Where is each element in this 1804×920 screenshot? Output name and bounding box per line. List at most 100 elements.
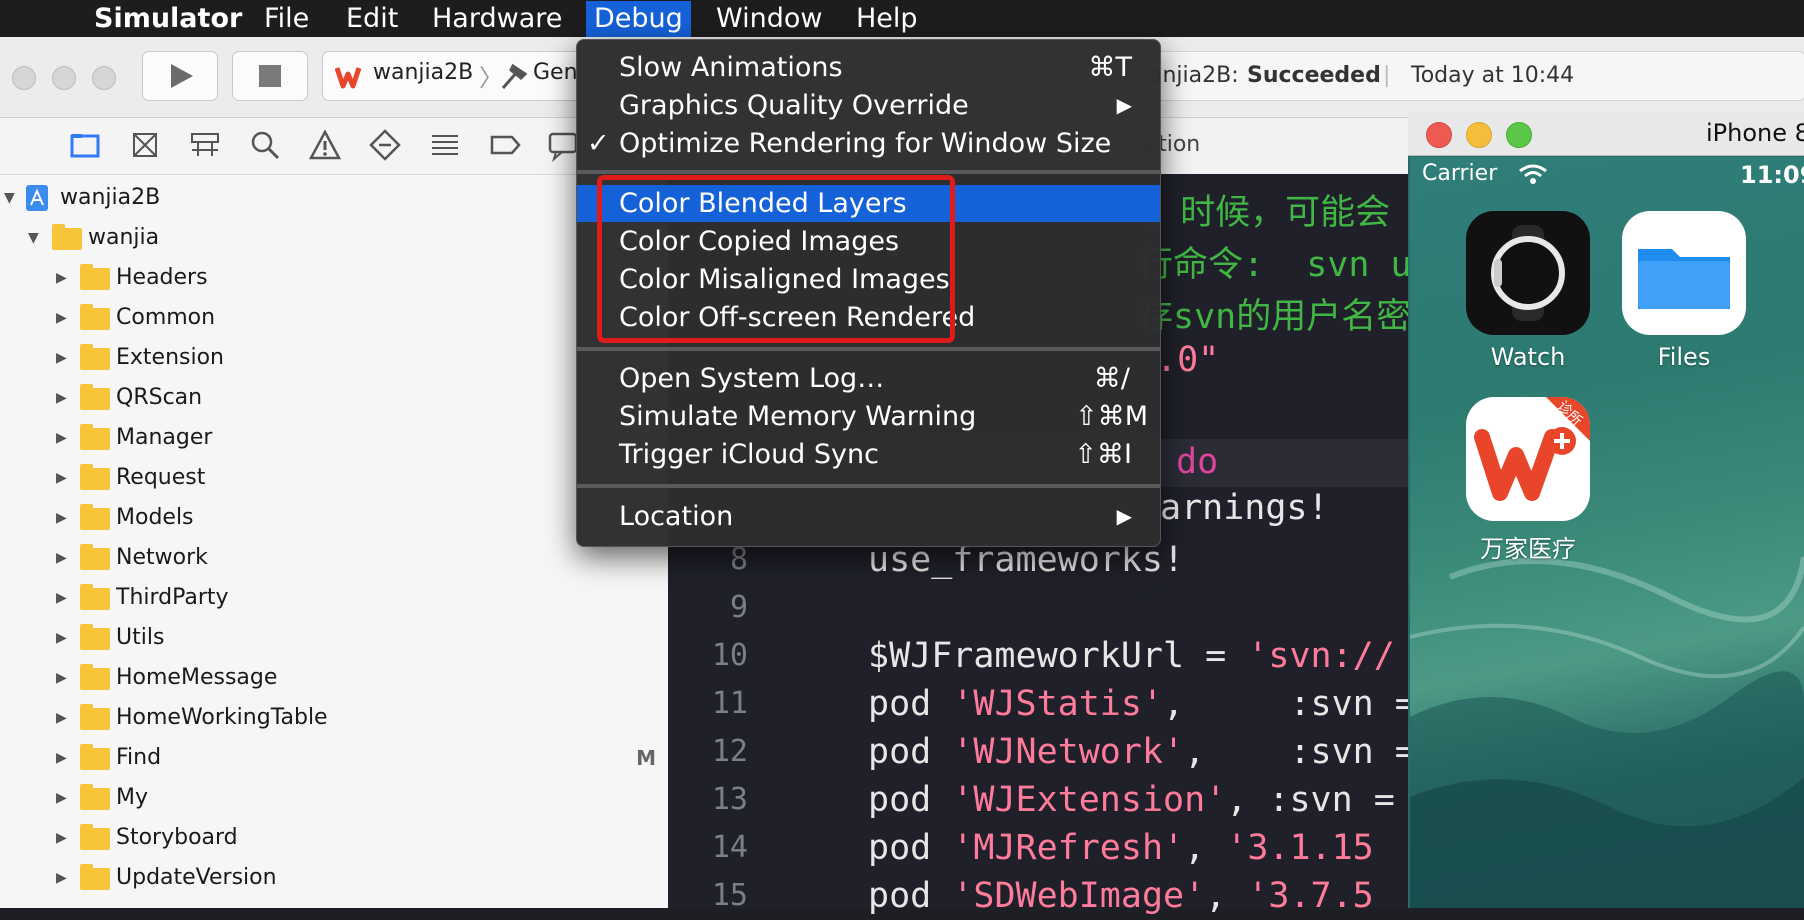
tree-folder-row[interactable]: ▶ Manager (0, 419, 668, 457)
line-number: 9 (729, 590, 748, 625)
disclosure-closed-icon[interactable]: ▶ (56, 459, 67, 497)
status-result: Succeeded (1247, 63, 1381, 88)
minimize-window-button[interactable] (52, 66, 76, 90)
tree-folder-row[interactable]: ▶ HomeWorkingTable (0, 699, 668, 737)
menu-file[interactable]: File (260, 1, 313, 37)
menu-item-label: Slow Animations (619, 52, 843, 83)
symbol-navigator-icon[interactable] (188, 128, 222, 162)
menu-window[interactable]: Window (712, 1, 826, 37)
menu-item-label: Open System Log… (619, 363, 885, 394)
breakpoint-icon[interactable] (488, 128, 522, 162)
files-app-icon[interactable] (1622, 211, 1746, 335)
debug-navigator-icon[interactable] (428, 128, 462, 162)
wanjia-app-icon[interactable]: 诊所 (1466, 397, 1590, 521)
tree-group-row[interactable]: ▼ wanjia (0, 219, 668, 257)
disclosure-closed-icon[interactable]: ▶ (56, 659, 67, 697)
menu-item-graphics-quality[interactable]: Graphics Quality Override ▶ (577, 87, 1160, 124)
menu-item-trigger-icloud-sync[interactable]: Trigger iCloud Sync ⇧⌘I (577, 436, 1160, 473)
disclosure-open-icon[interactable]: ▼ (28, 219, 39, 257)
menu-separator (577, 170, 1160, 174)
tree-folder-row[interactable]: ▶ Network (0, 539, 668, 577)
tree-folder-row[interactable]: ▶ My (0, 779, 668, 817)
tree-folder-row[interactable]: ▶ Headers (0, 259, 668, 297)
carrier-label: Carrier (1422, 161, 1498, 186)
tree-folder-row[interactable]: ▶ Common (0, 299, 668, 337)
code-string-token: 'WJExtension' (952, 780, 1227, 820)
folder-icon (80, 424, 110, 450)
warning-icon[interactable] (308, 128, 342, 162)
zoom-window-button[interactable] (92, 66, 116, 90)
close-window-button[interactable] (1426, 122, 1452, 148)
menu-debug[interactable]: Debug (586, 1, 691, 37)
tree-folder-row[interactable]: ▶ Request (0, 459, 668, 497)
menu-edit[interactable]: Edit (342, 1, 402, 37)
menu-item-open-system-log[interactable]: Open System Log… ⌘/ (577, 360, 1160, 397)
checkmark-icon: ✓ (587, 128, 610, 159)
report-navigator-icon[interactable] (546, 128, 580, 162)
disclosure-closed-icon[interactable]: ▶ (56, 539, 67, 577)
disclosure-closed-icon[interactable]: ▶ (56, 739, 67, 777)
disclosure-closed-icon[interactable]: ▶ (56, 419, 67, 457)
tree-folder-label: Models (116, 505, 194, 530)
disclosure-closed-icon[interactable]: ▶ (56, 259, 67, 297)
line-number: 12 (711, 734, 748, 769)
source-control-icon[interactable] (128, 128, 162, 162)
zoom-window-button[interactable] (1506, 122, 1532, 148)
disclosure-closed-icon[interactable]: ▶ (56, 339, 67, 377)
disclosure-closed-icon[interactable]: ▶ (56, 779, 67, 817)
folder-icon (80, 664, 110, 690)
tree-folder-row[interactable]: ▶ QRScan (0, 379, 668, 417)
menu-app-name[interactable]: Simulator (90, 1, 246, 37)
disclosure-closed-icon[interactable]: ▶ (56, 819, 67, 857)
run-button[interactable] (142, 51, 218, 101)
tree-folder-row[interactable]: ▶ Extension (0, 339, 668, 377)
code-text: pod 'WJStatis', :svn = (868, 680, 1416, 728)
code-text: pod 'WJExtension', :svn = (868, 776, 1395, 824)
tree-folder-label: Storyboard (116, 825, 238, 850)
disclosure-closed-icon[interactable]: ▶ (56, 619, 67, 657)
menu-help[interactable]: Help (852, 1, 922, 37)
menu-item-optimize-rendering[interactable]: ✓ Optimize Rendering for Window Size (577, 125, 1160, 162)
disclosure-closed-icon[interactable]: ▶ (56, 299, 67, 337)
code-token: , (1184, 828, 1227, 868)
disclosure-closed-icon[interactable]: ▶ (56, 859, 67, 897)
menu-hardware[interactable]: Hardware (428, 1, 566, 37)
disclosure-open-icon[interactable]: ▼ (4, 179, 15, 217)
ios-home-screen[interactable]: Carrier 11:09 Watch Files (1410, 157, 1804, 908)
search-icon[interactable] (248, 128, 282, 162)
disclosure-closed-icon[interactable]: ▶ (56, 699, 67, 737)
folder-navigator-icon[interactable] (68, 128, 102, 162)
tree-folder-row[interactable]: ▶ Utils (0, 619, 668, 657)
code-token: pod (868, 876, 953, 916)
menu-bar: Simulator File Edit Hardware Debug Windo… (0, 0, 1804, 37)
watch-app-icon[interactable] (1466, 211, 1590, 335)
disclosure-closed-icon[interactable]: ▶ (56, 379, 67, 417)
code-line: 11 pod 'WJStatis', :svn = (668, 680, 1416, 728)
minimize-window-button[interactable] (1466, 122, 1492, 148)
apple-icon[interactable] (24, 1, 32, 37)
line-number: 13 (711, 782, 748, 817)
folder-icon (80, 864, 110, 890)
tree-root-row[interactable]: ▼ wanjia2B (0, 179, 668, 217)
menu-item-simulate-memory-warning[interactable]: Simulate Memory Warning ⇧⌘M (577, 398, 1160, 435)
menu-item-location[interactable]: Location ▶ (577, 498, 1160, 535)
close-window-button[interactable] (12, 66, 36, 90)
tree-folder-row[interactable]: ▶ ThirdParty (0, 579, 668, 617)
tree-folder-row[interactable]: ▶ Storyboard (0, 819, 668, 857)
tree-folder-row[interactable]: ▶ UpdateVersion (0, 859, 668, 897)
tree-folder-row[interactable]: ▶ Models (0, 499, 668, 537)
code-fragment-plain: arnings! (1160, 488, 1329, 528)
disclosure-closed-icon[interactable]: ▶ (56, 499, 67, 537)
folder-icon (80, 304, 110, 330)
code-string-token: 'MJRefresh' (952, 828, 1185, 868)
tree-folder-row[interactable]: ▶ HomeMessage (0, 659, 668, 697)
tree-folder-label: HomeMessage (116, 665, 278, 690)
test-navigator-icon[interactable] (368, 128, 402, 162)
wifi-icon (1519, 164, 1547, 184)
menu-item-slow-animations[interactable]: Slow Animations ⌘T (577, 49, 1160, 86)
disclosure-closed-icon[interactable]: ▶ (56, 579, 67, 617)
tree-folder-row[interactable]: ▶ Find M (0, 739, 668, 777)
code-token: pod (868, 732, 953, 772)
stop-button[interactable] (232, 51, 308, 101)
code-string-token: 'SDWebImage' (952, 876, 1206, 916)
